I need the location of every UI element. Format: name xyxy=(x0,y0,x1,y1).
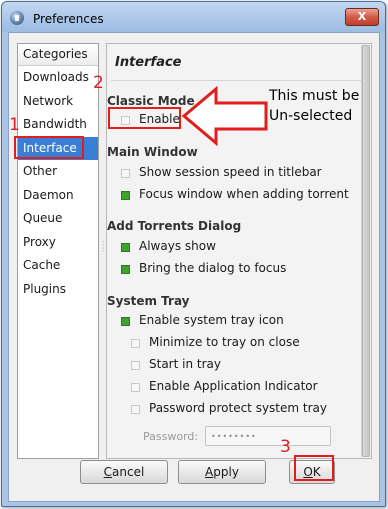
password-label: Password: xyxy=(143,430,199,443)
annotation-step-2: 2 xyxy=(93,73,104,93)
start-tray-checkbox[interactable] xyxy=(131,361,140,370)
minimize-close-label: Minimize to tray on close xyxy=(149,335,300,349)
category-downloads[interactable]: Downloads xyxy=(18,66,98,90)
show-speed-label: Show session speed in titlebar xyxy=(139,165,322,179)
category-cache[interactable]: Cache xyxy=(18,254,98,278)
app-icon xyxy=(10,11,24,25)
focus-window-label: Focus window when adding torrent xyxy=(139,187,349,201)
always-show-checkbox[interactable] xyxy=(121,243,130,252)
category-plugins[interactable]: Plugins xyxy=(18,278,98,302)
category-queue[interactable]: Queue xyxy=(18,207,98,231)
close-button[interactable]: X xyxy=(345,8,379,26)
system-tray-heading: System Tray xyxy=(107,294,190,308)
annotation-box-ok xyxy=(294,455,334,481)
category-daemon[interactable]: Daemon xyxy=(18,184,98,208)
start-tray-label: Start in tray xyxy=(149,357,221,371)
always-show-label: Always show xyxy=(139,239,216,253)
annotation-arrow-icon xyxy=(181,85,268,147)
category-bandwidth[interactable]: Bandwidth xyxy=(18,113,98,137)
annotation-box-interface xyxy=(14,136,84,159)
annotation-box-enable xyxy=(108,107,181,129)
show-speed-checkbox[interactable] xyxy=(121,169,130,178)
apply-button[interactable]: Apply xyxy=(178,460,266,484)
categories-header: Categories xyxy=(18,44,98,66)
enable-tray-checkbox[interactable] xyxy=(121,317,130,326)
password-input[interactable]: •••••••• xyxy=(205,426,331,446)
annotation-step-1: 1 xyxy=(9,115,20,135)
bring-focus-label: Bring the dialog to focus xyxy=(139,261,287,275)
panel-title-divider xyxy=(111,80,361,81)
scrollbar-thumb[interactable] xyxy=(362,45,370,457)
password-protect-checkbox[interactable] xyxy=(131,405,140,414)
minimize-close-checkbox[interactable] xyxy=(131,339,140,348)
categories-list: Categories Downloads Network Bandwidth I… xyxy=(17,43,99,459)
splitter-handle[interactable]: · · · · xyxy=(102,239,105,256)
annotation-note-line2: Un-selected xyxy=(269,108,353,124)
app-indicator-label: Enable Application Indicator xyxy=(149,379,318,393)
enable-tray-label: Enable system tray icon xyxy=(139,313,284,327)
bring-focus-checkbox[interactable] xyxy=(121,265,130,274)
annotation-note-line1: This must be xyxy=(269,88,360,104)
main-window-heading: Main Window xyxy=(107,145,198,159)
category-network[interactable]: Network xyxy=(18,90,98,114)
panel-title: Interface xyxy=(115,55,182,70)
password-protect-label: Password protect system tray xyxy=(149,401,327,415)
window-title: Preferences xyxy=(33,12,104,26)
app-indicator-checkbox[interactable] xyxy=(131,383,140,392)
panel-scrollbar[interactable] xyxy=(361,45,370,457)
annotation-step-3: 3 xyxy=(280,437,291,457)
preferences-window: Preferences X Categories Downloads Netwo… xyxy=(1,1,386,507)
add-torrents-heading: Add Torrents Dialog xyxy=(107,219,242,233)
category-proxy[interactable]: Proxy xyxy=(18,231,98,255)
cancel-button[interactable]: Cancel xyxy=(80,460,168,484)
category-other[interactable]: Other xyxy=(18,160,98,184)
title-bar[interactable]: Preferences X xyxy=(2,2,385,32)
focus-window-checkbox[interactable] xyxy=(121,191,130,200)
